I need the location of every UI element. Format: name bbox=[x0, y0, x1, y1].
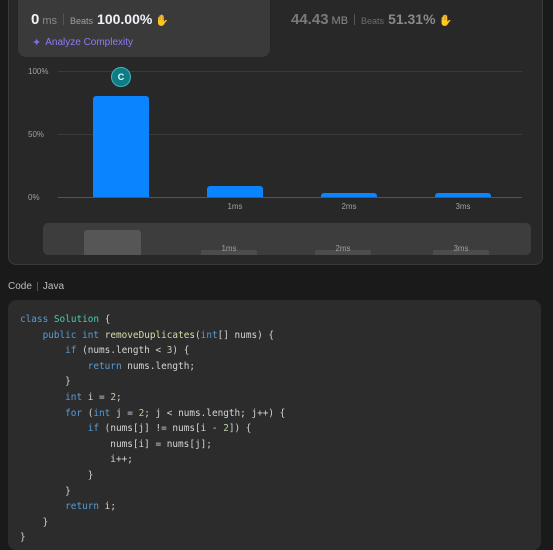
divider bbox=[36, 282, 38, 291]
scrubber-tick-label: 1ms bbox=[221, 244, 237, 253]
x-tick-label: 2ms bbox=[341, 202, 357, 211]
chart-bar[interactable] bbox=[435, 193, 491, 197]
scrubber-handle[interactable] bbox=[84, 230, 141, 255]
x-tick-label: 3ms bbox=[455, 202, 471, 211]
chart-bar[interactable] bbox=[93, 96, 149, 197]
scrubber-tick-label: 3ms bbox=[453, 244, 469, 253]
x-tick-label: 1ms bbox=[227, 202, 243, 211]
y-tick-label: 0% bbox=[28, 193, 40, 202]
y-tick-label: 50% bbox=[28, 130, 45, 139]
runtime-distribution-chart: 100% 50% 0% C 1ms 2ms 3ms bbox=[0, 0, 553, 260]
y-tick-label: 100% bbox=[28, 67, 49, 76]
code-text: class Solution { public int removeDuplic… bbox=[20, 314, 286, 544]
code-label: Code bbox=[8, 281, 32, 292]
code-block[interactable]: class Solution { public int removeDuplic… bbox=[8, 300, 541, 550]
code-header: Code Java bbox=[8, 281, 64, 292]
x-axis bbox=[58, 197, 522, 198]
chart-bar[interactable] bbox=[207, 185, 263, 197]
chart-bar[interactable] bbox=[321, 193, 377, 197]
range-scrubber[interactable]: 1ms 2ms 3ms bbox=[43, 223, 531, 255]
scrubber-tick-label: 2ms bbox=[335, 244, 351, 253]
language-marker[interactable]: C bbox=[111, 67, 131, 88]
language-label: Java bbox=[42, 281, 65, 292]
